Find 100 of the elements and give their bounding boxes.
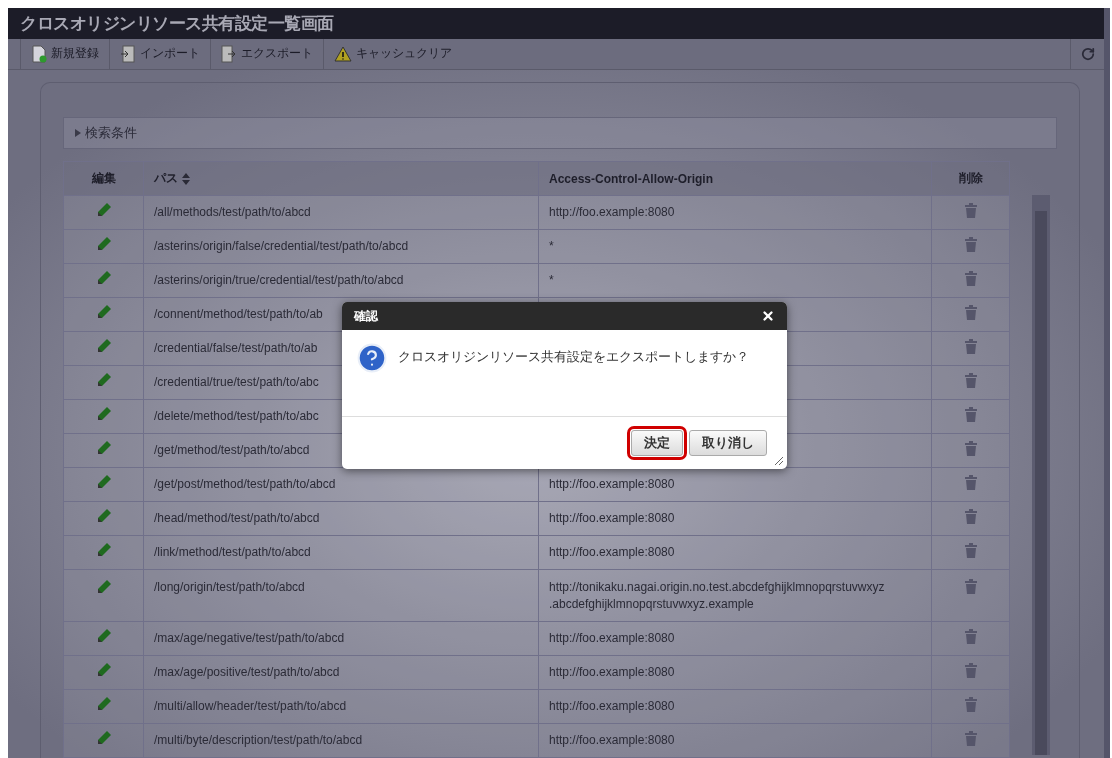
warning-icon (334, 45, 352, 62)
edit-button[interactable] (95, 628, 112, 644)
delete-button[interactable] (964, 579, 977, 594)
pencil-icon (95, 372, 112, 388)
delete-button[interactable] (964, 406, 977, 422)
delete-button[interactable] (964, 236, 977, 252)
edit-button[interactable] (95, 406, 112, 422)
trash-icon (964, 696, 977, 712)
edit-button[interactable] (95, 542, 112, 558)
pencil-icon (95, 270, 112, 286)
delete-button[interactable] (964, 270, 977, 286)
pencil-icon (95, 406, 112, 422)
pencil-icon (95, 542, 112, 558)
table-cell: /multi/byte/description/test/path/to/abcd (143, 723, 539, 758)
pencil-icon (95, 508, 112, 524)
table-cell: /head/method/test/path/to/abcd (143, 501, 539, 536)
table-cell: /link/method/test/path/to/abcd (143, 535, 539, 570)
edit-button[interactable] (95, 730, 112, 746)
trash-icon (964, 270, 977, 286)
toolbar-button[interactable]: 新規登録 (20, 38, 109, 69)
trash-icon (964, 662, 977, 678)
table-cell: http://foo.example:8080 (538, 467, 932, 502)
pencil-icon (95, 338, 112, 354)
edit-button[interactable] (95, 696, 112, 712)
pencil-icon (95, 202, 112, 218)
delete-button[interactable] (964, 440, 977, 456)
table-cell: http://foo.example:8080 (538, 655, 932, 690)
delete-button[interactable] (964, 730, 977, 746)
edit-button[interactable] (95, 474, 112, 490)
column-header: 編集 (63, 161, 144, 196)
edit-button[interactable] (95, 338, 112, 354)
pencil-icon (95, 662, 112, 678)
delete-button[interactable] (964, 304, 977, 320)
table-cell: * (538, 263, 932, 298)
edit-button[interactable] (95, 440, 112, 456)
trash-icon (964, 542, 977, 558)
pencil-icon (95, 579, 112, 595)
edit-button[interactable] (95, 579, 112, 595)
edit-button[interactable] (95, 202, 112, 218)
dialog-title: 確認 (354, 307, 378, 325)
trash-icon (964, 304, 977, 320)
caret-right-icon (74, 129, 81, 137)
scrollbar[interactable] (1032, 195, 1050, 755)
edit-button[interactable] (95, 662, 112, 678)
toolbar-button[interactable]: キャッシュクリア (323, 38, 462, 69)
pencil-icon (95, 440, 112, 456)
table-cell: http://foo.example:8080 (538, 723, 932, 758)
pencil-icon (95, 628, 112, 644)
table-cell: /asterins/origin/false/credential/test/path/to/abcd (143, 229, 539, 264)
delete-button[interactable] (964, 696, 977, 712)
trash-icon (964, 202, 977, 218)
trash-icon (964, 338, 977, 354)
trash-icon (964, 508, 977, 524)
question-icon (356, 342, 388, 374)
dialog-button[interactable]: 取り消し (689, 430, 767, 456)
delete-button[interactable] (964, 508, 977, 524)
document-export-icon (221, 44, 237, 63)
search-conditions-toggle[interactable]: 検索条件 (63, 117, 1057, 149)
delete-button[interactable] (964, 474, 977, 490)
edit-button[interactable] (95, 236, 112, 252)
table-cell: http://foo.example:8080 (538, 195, 932, 230)
edit-button[interactable] (95, 372, 112, 388)
trash-icon (964, 372, 977, 388)
table-cell: http://foo.example:8080 (538, 535, 932, 570)
table-cell: /max/age/positive/test/path/to/abcd (143, 655, 539, 690)
refresh-icon (1080, 46, 1095, 61)
resize-grip-icon[interactable] (774, 456, 784, 466)
trash-icon (964, 730, 977, 746)
trash-icon (964, 628, 977, 644)
table-cell: http://foo.example:8080 (538, 621, 932, 656)
dialog-message: クロスオリジンリソース共有設定をエクスポートしますか？ (398, 348, 749, 366)
column-header: 削除 (931, 161, 1010, 196)
search-conditions-label: 検索条件 (85, 124, 137, 142)
table-cell: http://foo.example:8080 (538, 501, 932, 536)
delete-button[interactable] (964, 542, 977, 558)
close-button[interactable] (761, 309, 775, 323)
edit-button[interactable] (95, 508, 112, 524)
table-cell: http://foo.example:8080 (538, 689, 932, 724)
delete-button[interactable] (964, 372, 977, 388)
column-header[interactable]: パス (143, 161, 539, 196)
toolbar-button[interactable]: エクスポート (210, 38, 323, 69)
trash-icon (964, 406, 977, 422)
delete-button[interactable] (964, 202, 977, 218)
table-cell: * (538, 229, 932, 264)
delete-button[interactable] (964, 628, 977, 644)
table-cell: /long/origin/test/path/to/abcd (143, 569, 539, 622)
edit-button[interactable] (95, 270, 112, 286)
toolbar-button[interactable]: インポート (109, 38, 210, 69)
table-cell: http://tonikaku.nagai.origin.no.test.abcdefghijklmnopqrstuvwxyz .abcdefghijklmnopqrstuvwxyz.example (538, 569, 932, 622)
delete-button[interactable] (964, 662, 977, 678)
pencil-icon (95, 730, 112, 746)
trash-icon (964, 236, 977, 252)
delete-button[interactable] (964, 338, 977, 354)
table-cell: /max/age/negative/test/path/to/abcd (143, 621, 539, 656)
column-header: Access-Control-Allow-Origin (538, 161, 932, 196)
table-cell: /multi/allow/header/test/path/to/abcd (143, 689, 539, 724)
new-document-icon (31, 44, 47, 63)
edit-button[interactable] (95, 304, 112, 320)
table-cell: /asterins/origin/true/credential/test/path/to/abcd (143, 263, 539, 298)
page-title: クロスオリジンリソース共有設定一覧画面 (20, 12, 334, 35)
